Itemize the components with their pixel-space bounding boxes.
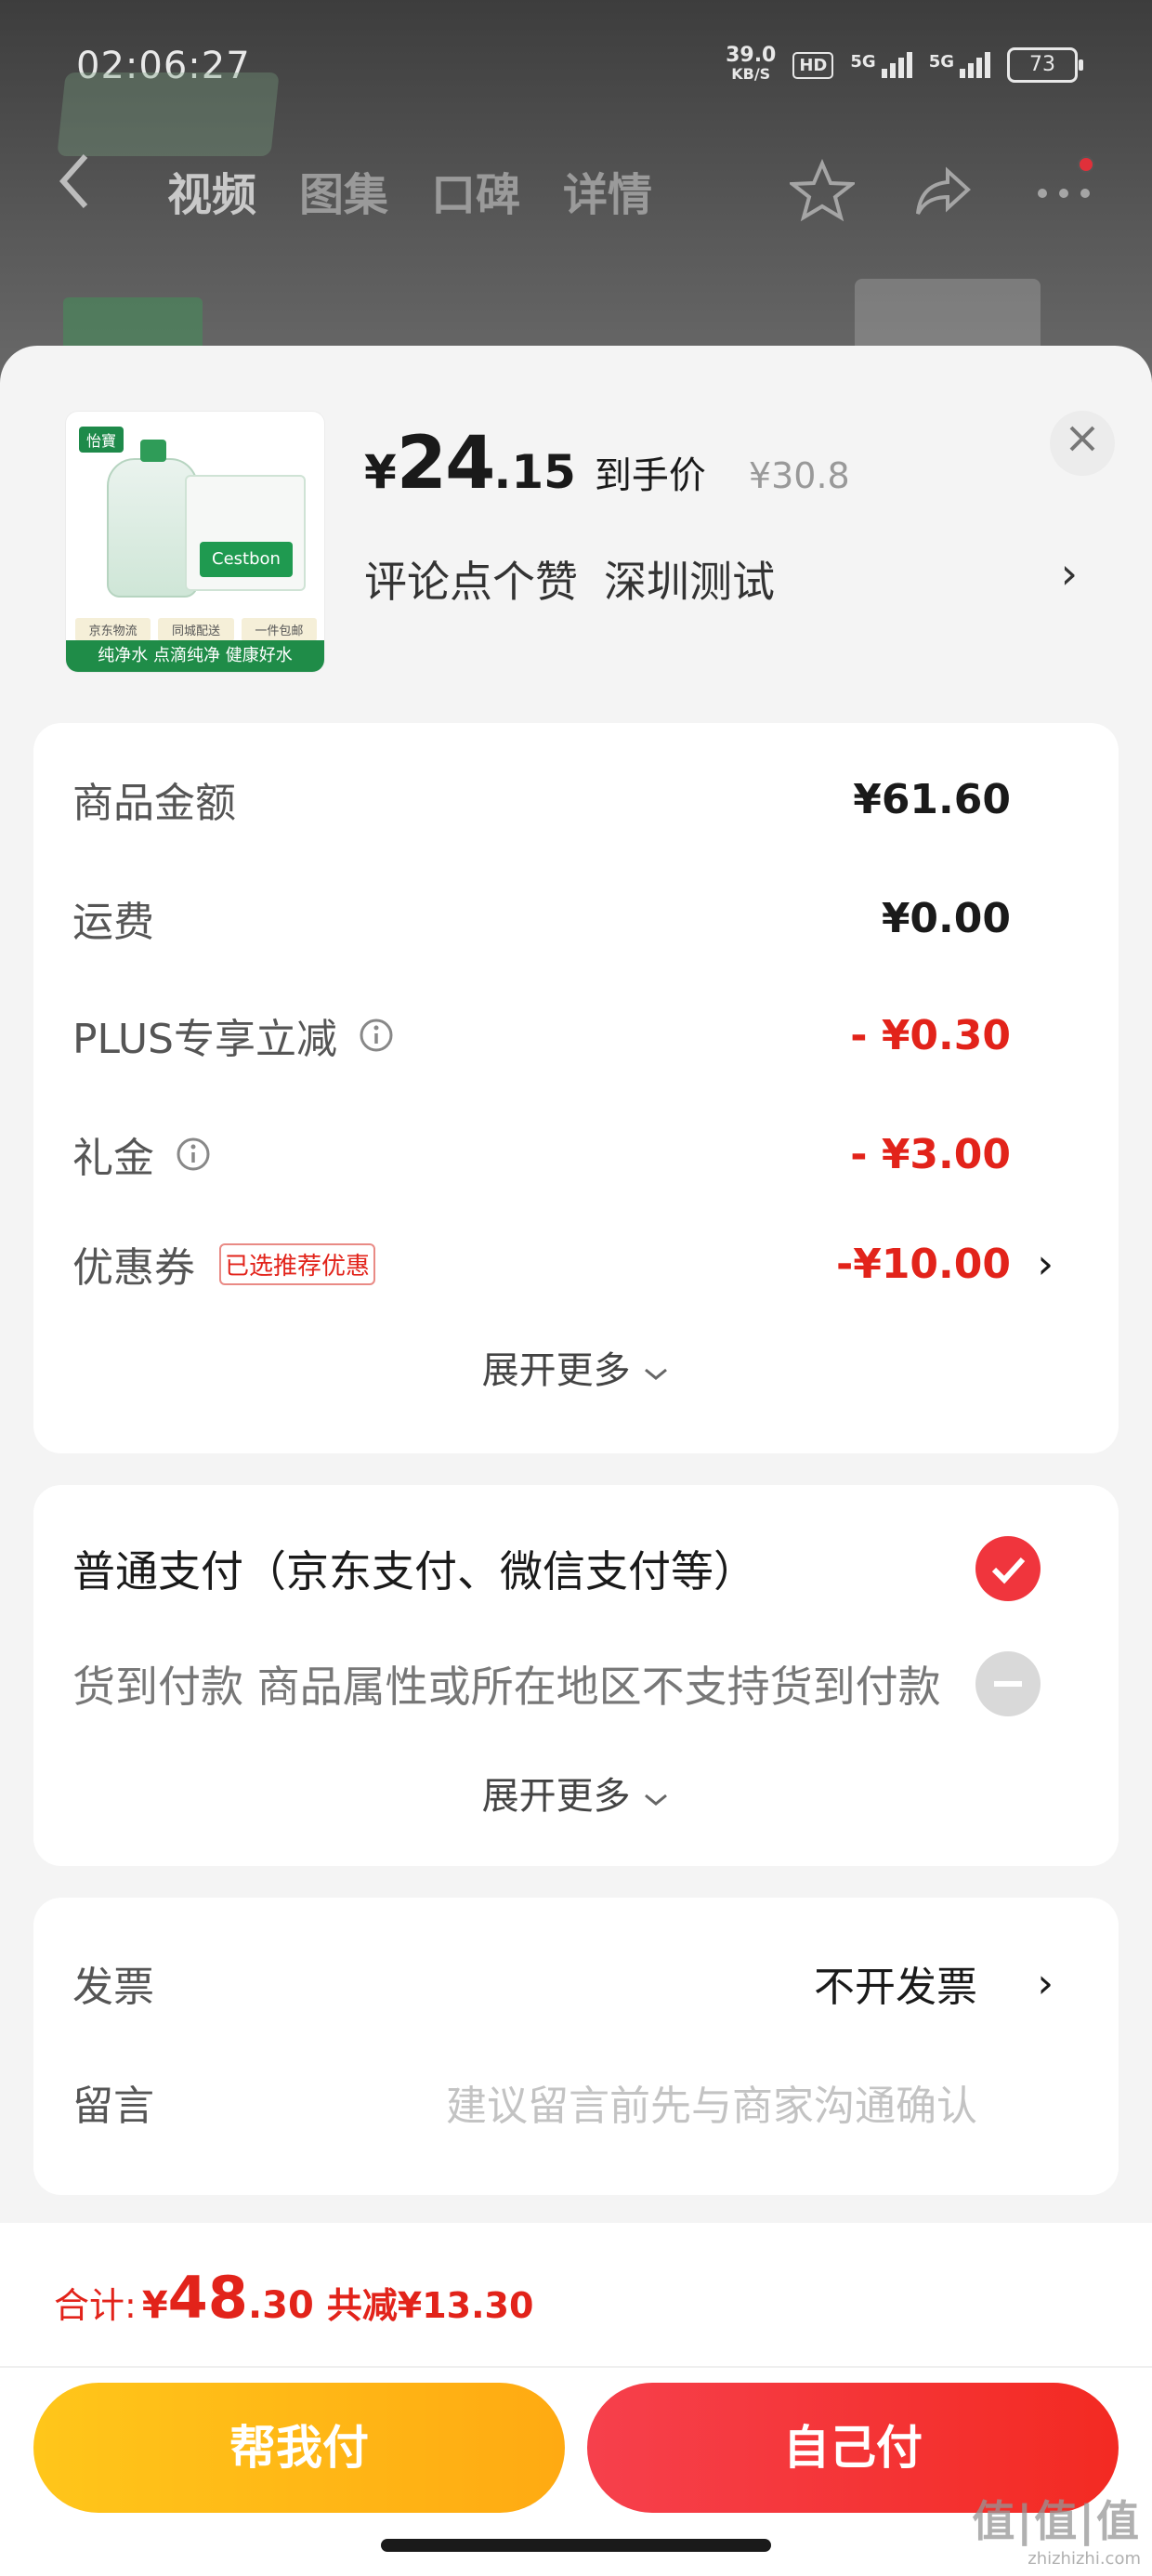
invoice-note-card: 发票 不开发票 › 留言 建议留言前先与商家沟通确认 (33, 1898, 1119, 2195)
product-thumbnail: 怡寶 Cestbon 京东物流 同城配送 一件包邮 纯净水 点滴纯净 健康好水 (65, 411, 325, 673)
row-gift-money: 礼金 - ¥3.00 (72, 1130, 1011, 1183)
cost-breakdown-card: 商品金额 ¥61.60 运费 ¥0.00 PLUS专享立减 - ¥0.30 礼金… (33, 723, 1119, 1453)
battery-icon: 73 (1007, 47, 1083, 83)
home-indicator[interactable] (381, 2539, 771, 2552)
divider (0, 2366, 1152, 2368)
tab-gallery[interactable]: 图集 (299, 158, 388, 223)
back-icon[interactable] (56, 149, 111, 223)
tab-video[interactable]: 视频 (167, 158, 256, 223)
water-box-image: Cestbon (185, 475, 306, 591)
chevron-down-icon (645, 1368, 668, 1380)
product-summary: 怡寶 Cestbon 京东物流 同城配送 一件包邮 纯净水 点滴纯净 健康好水 … (0, 346, 1152, 717)
site-watermark: 值|值|值 zhizhizhi.com (972, 2496, 1141, 2569)
total-saved: 共减¥13.30 (326, 2285, 534, 2326)
chevron-right-icon[interactable]: › (1061, 548, 1078, 598)
chevron-down-icon (645, 1794, 668, 1806)
row-shipping: 运费 ¥0.00 (72, 894, 1011, 947)
background-product-page: 02:06:27 39.0 KB/S HD 5G 5G 73 视频 图集 口碑 … (0, 0, 1152, 390)
status-icons: 39.0 KB/S HD 5G 5G 73 (726, 44, 1083, 84)
close-button[interactable] (1050, 411, 1115, 476)
row-goods-amount: 商品金额 ¥61.60 (72, 775, 1011, 828)
network-speed: 39.0 KB/S (726, 44, 777, 84)
promo-badge: 已选推荐优惠 (219, 1242, 376, 1285)
order-total: 合计: ¥ 48 .30 共减¥13.30 (54, 2264, 534, 2332)
payment-option-cod: 货到付款 商品属性或所在地区不支持货到付款 (72, 1647, 1080, 1721)
row-note[interactable]: 留言 建议留言前先与商家沟通确认 (72, 2065, 1080, 2139)
brand-logo-small (63, 297, 203, 353)
tab-details[interactable]: 详情 (563, 158, 652, 223)
product-nav: 视频 图集 口碑 详情 (0, 149, 1152, 232)
share-icon[interactable] (910, 158, 975, 223)
note-input[interactable]: 建议留言前先与商家沟通确认 (446, 2072, 977, 2132)
row-plus-discount: PLUS专享立减 - ¥0.30 (72, 1011, 1011, 1064)
product-spec-selector[interactable]: 评论点个赞 深圳测试 (364, 548, 775, 610)
close-icon (1069, 426, 1095, 452)
nav-tabs: 视频 图集 口碑 详情 (167, 158, 652, 223)
original-price: ¥30.8 (748, 455, 850, 496)
info-icon[interactable] (358, 1017, 395, 1054)
nav-actions (790, 158, 1096, 223)
expand-more-button[interactable]: 展开更多 (33, 1340, 1119, 1394)
help-me-pay-button[interactable]: 帮我付 (33, 2383, 565, 2513)
info-icon[interactable] (175, 1136, 212, 1173)
price-tag: 到手价 (594, 454, 706, 497)
row-invoice[interactable]: 发票 不开发票 › (72, 1946, 1080, 2020)
invoice-value: 不开发票 (814, 1964, 977, 2011)
thumb-tags: 京东物流 同城配送 一件包邮 (75, 618, 317, 641)
final-price: ¥ 24 .15 到手价 ¥30.8 (364, 422, 850, 506)
favorite-star-icon[interactable] (790, 158, 855, 223)
signal-icon: 5G (850, 52, 912, 78)
checkout-bottom-bar: 合计: ¥ 48 .30 共减¥13.30 帮我付 自己付 值|值|值 zhiz… (0, 2223, 1152, 2576)
row-coupon[interactable]: 优惠券 已选推荐优惠 -¥10.00 › (72, 1227, 1080, 1301)
disabled-minus-icon (975, 1651, 1041, 1716)
notification-dot (1078, 156, 1094, 173)
brand-logo (57, 72, 280, 156)
chevron-right-icon[interactable]: › (1037, 1960, 1054, 2007)
thumb-band: 纯净水 点滴纯净 健康好水 (66, 640, 324, 672)
payment-option-normal[interactable]: 普通支付（京东支付、微信支付等） (72, 1531, 1080, 1606)
signal-icon: 5G (929, 52, 990, 78)
payment-method-card: 普通支付（京东支付、微信支付等） 货到付款 商品属性或所在地区不支持货到付款 展… (33, 1485, 1119, 1866)
check-selected-icon[interactable] (975, 1536, 1041, 1601)
tab-reviews[interactable]: 口碑 (431, 158, 520, 223)
hd-icon: HD (792, 51, 834, 79)
thumb-brand: 怡寶 (79, 427, 124, 453)
chevron-right-icon[interactable]: › (1037, 1241, 1054, 1288)
expand-more-button[interactable]: 展开更多 (33, 1766, 1119, 1820)
